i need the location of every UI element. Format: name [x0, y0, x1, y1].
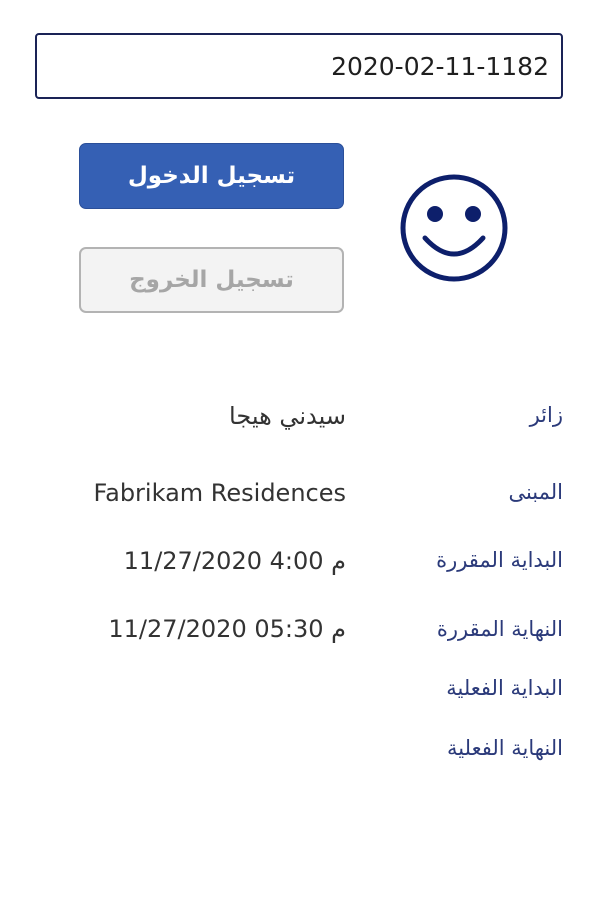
- planned-start-label: البداية المقررة: [436, 548, 563, 572]
- visitor-value: سيدني هيجا: [229, 402, 346, 430]
- visit-id-field[interactable]: [35, 33, 563, 99]
- planned-end-value: 11/27/2020 05:30 م: [108, 615, 346, 643]
- planned-start-value: 11/27/2020 4:00 م: [123, 547, 346, 575]
- check-out-button[interactable]: تسجيل الخروج: [79, 247, 344, 313]
- planned-end-label: النهاية المقررة: [436, 617, 563, 641]
- building-value: Fabrikam Residences: [93, 479, 346, 507]
- check-in-button[interactable]: تسجيل الدخول: [79, 143, 344, 209]
- actual-end-label: النهاية الفعلية: [447, 736, 563, 760]
- smiley-face-icon: [400, 174, 508, 282]
- visitor-label: زائر: [529, 403, 563, 427]
- building-label: المبنى: [508, 480, 563, 504]
- actual-start-label: البداية الفعلية: [446, 676, 563, 700]
